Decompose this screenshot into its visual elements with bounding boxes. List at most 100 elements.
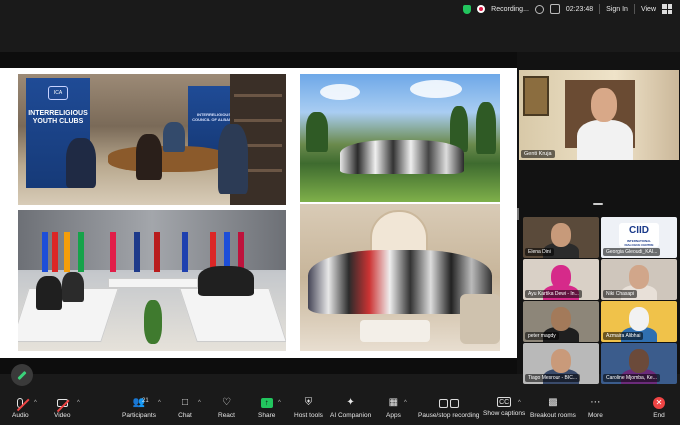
participant-tile[interactable]: Elena Dini: [523, 217, 599, 258]
person: [66, 138, 96, 188]
participants-options-chevron-icon[interactable]: ^: [158, 400, 161, 406]
participant-tile[interactable]: Niki Chasapi: [601, 259, 677, 300]
speaker-face: [591, 88, 617, 122]
conference-table: [108, 278, 198, 288]
chat-label: Chat: [178, 412, 192, 419]
share-label: Share: [258, 412, 276, 419]
audio-button[interactable]: Audio: [12, 397, 30, 419]
pause-recording-icon[interactable]: [534, 4, 544, 14]
divider: [633, 4, 635, 14]
apps-options-chevron-icon[interactable]: ^: [404, 400, 407, 406]
meeting-timer: 02:23:48: [565, 5, 594, 13]
grid-view-icon[interactable]: [662, 4, 672, 14]
pause-stop-recording-button[interactable]: Pause/stop recording: [418, 397, 479, 419]
participants-count: 21: [141, 398, 149, 404]
sparkle-icon: ✦: [346, 397, 355, 408]
microphone-muted-icon: [17, 398, 30, 411]
pause-stop-label: Pause/stop recording: [418, 412, 480, 419]
breakout-rooms-button[interactable]: ▩ Breakout rooms: [530, 397, 576, 419]
participant-name: Ayu Kartika Dewi - In...: [525, 290, 582, 298]
participant-face: [551, 265, 571, 289]
ai-companion-label: AI Companion: [330, 412, 372, 419]
flag: [154, 232, 160, 272]
apps-icon: ▦: [388, 397, 399, 408]
tree: [476, 102, 496, 154]
photo-indoor-group: [300, 204, 500, 351]
divider: [599, 4, 601, 14]
banner-logo: ICA: [48, 86, 68, 100]
flag: [42, 232, 48, 272]
participant-face: [629, 265, 649, 289]
captions-options-chevron-icon[interactable]: ^: [518, 400, 521, 406]
pen-icon: [17, 370, 27, 380]
speaker-body: [577, 120, 633, 160]
participant-face: [629, 349, 649, 373]
plant: [144, 300, 162, 344]
breakout-label: Breakout rooms: [530, 412, 576, 419]
presentation-slide: ICA INTERRELIGIOUS YOUTH CLUBS INTERRELI…: [0, 68, 517, 358]
annotate-button[interactable]: [11, 364, 33, 386]
video-options-chevron-icon[interactable]: ^: [77, 400, 80, 406]
participants-button[interactable]: 👥 21 Participants: [122, 397, 156, 419]
picture-frame: [523, 76, 549, 116]
chat-options-chevron-icon[interactable]: ^: [198, 400, 201, 406]
more-button[interactable]: ⋯ More: [588, 397, 603, 419]
person: [36, 276, 62, 310]
captions-label: Show captions: [483, 410, 526, 417]
video-button[interactable]: Video: [54, 397, 71, 419]
share-options-chevron-icon[interactable]: ^: [278, 400, 281, 406]
participant-grid: Elena Dini CIID INTERNATIONAL DIALOGUE CEN…: [523, 217, 678, 387]
participant-tile[interactable]: peter magdy: [523, 301, 599, 342]
spotlight-video-tile[interactable]: Genti Kruja: [519, 70, 679, 160]
sign-in-link[interactable]: Sign In: [606, 6, 628, 13]
participant-name: Niki Chasapi: [603, 290, 638, 298]
cloud: [410, 80, 462, 98]
meeting-toolbar: Audio ^ Video ^ 👥 21 Participants ^ □ Cha…: [0, 394, 680, 425]
top-bar: Recording... 02:23:48 Sign In View: [0, 0, 680, 22]
participant-tile[interactable]: CIID INTERNATIONAL DIALOGUE CENTRE Georgia…: [601, 217, 677, 258]
audio-options-chevron-icon[interactable]: ^: [34, 400, 37, 406]
speaker-name: Genti Kruja: [521, 150, 555, 158]
organization-logo: CIID INTERNATIONAL DIALOGUE CENTRE: [619, 223, 659, 247]
banner-text: INTERRELIGIOUS YOUTH CLUBS: [28, 110, 88, 125]
more-dots-icon: ⋯: [590, 397, 601, 408]
participant-tile[interactable]: Tiago Mesrour - BIC...: [523, 343, 599, 384]
participant-face: [629, 307, 649, 331]
chat-bubble-icon: □: [181, 397, 189, 408]
breakout-rooms-icon: ▩: [548, 397, 558, 408]
end-label: End: [653, 412, 665, 419]
participants-label: Participants: [122, 412, 156, 419]
coffee-table: [360, 320, 430, 342]
participant-face: [551, 223, 571, 247]
apps-label: Apps: [386, 412, 401, 419]
participant-tile[interactable]: Ayu Kartika Dewi - In...: [523, 259, 599, 300]
scrollbar[interactable]: [517, 208, 519, 220]
host-tools-button[interactable]: ⛨ Host tools: [294, 397, 323, 419]
share-button[interactable]: ↑ Share: [258, 397, 275, 419]
apps-button[interactable]: ▦ Apps: [386, 397, 401, 419]
participant-name: Caroline Mjomba, Ke...: [603, 374, 660, 382]
video-label: Video: [54, 412, 71, 419]
participant-tile[interactable]: Caroline Mjomba, Ke...: [601, 343, 677, 384]
participant-name: Tiago Mesrour - BIC...: [525, 374, 580, 382]
shield-icon: ⛨: [304, 397, 313, 408]
participant-tile[interactable]: Azmaira Alibhai: [601, 301, 677, 342]
end-call-icon: ✕: [653, 397, 665, 409]
person: [136, 134, 162, 180]
flag: [64, 232, 70, 272]
ai-companion-button[interactable]: ✦ AI Companion: [330, 397, 371, 419]
photo-youth-clubs-meeting: ICA INTERRELIGIOUS YOUTH CLUBS INTERRELI…: [18, 74, 286, 205]
shared-screen: ICA INTERRELIGIOUS YOUTH CLUBS INTERRELI…: [0, 52, 517, 374]
flag: [110, 232, 116, 272]
share-screen-icon: ↑: [260, 398, 273, 408]
person: [163, 122, 185, 152]
security-shield-icon[interactable]: [463, 4, 472, 14]
stop-recording-icon[interactable]: [549, 4, 560, 14]
chat-button[interactable]: □ Chat: [178, 397, 192, 419]
panel-resize-handle[interactable]: [593, 203, 603, 205]
react-button[interactable]: ♡ React: [218, 397, 235, 419]
audio-label: Audio: [12, 412, 29, 419]
photo-conference-room: [18, 210, 286, 351]
view-menu[interactable]: View: [641, 6, 656, 13]
end-meeting-button[interactable]: ✕ End: [652, 397, 666, 419]
